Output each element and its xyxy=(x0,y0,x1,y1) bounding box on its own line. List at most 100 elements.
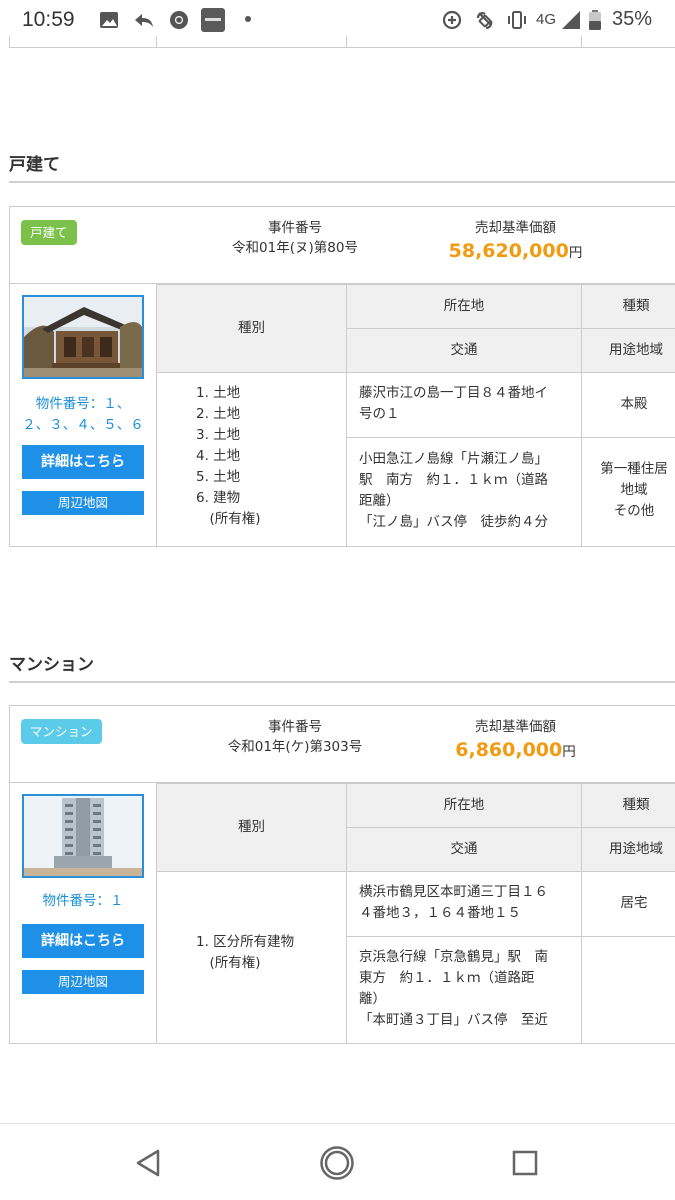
location-line: ４番地３，１６４番地１５ xyxy=(359,905,521,921)
location-line: 号の１ xyxy=(359,406,400,422)
zoning-cell: 第一種住居 地域 その他 xyxy=(581,437,675,547)
reply-icon xyxy=(135,14,153,27)
transport-line: 「本町通３丁目」バス停 至近 xyxy=(359,1012,548,1028)
location-line: 横浜市鶴見区本町通三丁目１６ xyxy=(359,884,548,900)
chrome-icon xyxy=(170,11,188,29)
property-table: 物件番号：１、 ２、３、４、５、６ 詳細はこちら 周辺地図 種別 所在地 種類 … xyxy=(10,284,675,547)
kind-item: 4. 土地 xyxy=(196,448,241,464)
price-block: 売却基準価額 6,860,000円 xyxy=(428,717,603,762)
type-cell: 居宅 xyxy=(581,871,675,936)
kind-cell: 1. 土地 2. 土地 3. 土地 4. 土地 5. 土地 6. 建物 (所有権… xyxy=(156,372,346,547)
image-icon xyxy=(100,12,118,28)
card-header: 戸建て 事件番号 令和01年(ヌ)第80号 売却基準価額 58,620,000円 xyxy=(10,207,675,284)
section-title-condo: マンション xyxy=(9,655,94,675)
item-number: 物件番号：１ xyxy=(42,893,124,909)
recent-apps-icon[interactable] xyxy=(511,1149,539,1177)
building-photo-icon xyxy=(24,796,142,876)
transport-cell: 京浜急行線「京急鶴見」駅 南 東方 約１．１ｋｍ（道路距 離） 「本町通３丁目」… xyxy=(346,936,581,1044)
case-number-label: 事件番号 xyxy=(268,220,322,236)
property-table: 物件番号：１ 詳細はこちら 周辺地図 種別 所在地 種類 交通 用途地域 1. … xyxy=(10,783,675,1044)
header-type: 種類 xyxy=(581,783,675,827)
kind-item: 1. 土地 xyxy=(196,385,241,401)
category-badge: 戸建て xyxy=(21,220,77,245)
kind-item: 6. 建物 xyxy=(196,490,241,506)
section-title-house: 戸建て xyxy=(9,155,60,175)
price-unit: 円 xyxy=(568,245,583,261)
property-card-house: 戸建て 事件番号 令和01年(ヌ)第80号 売却基準価額 58,620,000円 xyxy=(9,206,675,547)
property-photo[interactable] xyxy=(22,794,144,878)
transport-line: 離） xyxy=(359,991,386,1007)
price-unit: 円 xyxy=(562,744,576,760)
type-value: 居宅 xyxy=(620,895,648,911)
transport-line: 京浜急行線「京急鶴見」駅 南 xyxy=(359,949,548,965)
navigation-bar xyxy=(0,1123,675,1200)
price-block: 売却基準価額 58,620,000円 xyxy=(428,218,603,263)
zoning-line: その他 xyxy=(613,503,655,519)
home-icon[interactable] xyxy=(319,1145,355,1181)
zoning-line: 地域 xyxy=(620,482,648,498)
header-transport: 交通 xyxy=(346,328,581,372)
price-value: 6,860,000 xyxy=(455,739,563,761)
type-cell: 本殿 xyxy=(581,372,675,437)
zoning-line: 第一種住居 xyxy=(600,461,668,477)
nearby-map-button[interactable]: 周辺地図 xyxy=(22,491,144,515)
location-cell: 横浜市鶴見区本町通三丁目１６ ４番地３，１６４番地１５ xyxy=(346,871,581,936)
header-zoning: 用途地域 xyxy=(581,328,675,372)
kind-item: (所有権) xyxy=(196,511,261,527)
app-icon xyxy=(201,8,225,32)
kind-cell: 1. 区分所有建物 (所有権) xyxy=(156,871,346,1044)
back-icon[interactable] xyxy=(134,1148,162,1178)
transport-line: 距離） xyxy=(359,493,400,509)
kind-item: 3. 土地 xyxy=(196,427,241,443)
vibrate-icon xyxy=(508,11,526,29)
price-value: 58,620,000 xyxy=(448,240,569,262)
transport-cell: 小田急江ノ島線「片瀬江ノ島」 駅 南方 約１．１ｋｍ（道路 距離） 「江ノ島」バ… xyxy=(346,437,581,547)
header-location: 所在地 xyxy=(346,284,581,328)
zoning-cell xyxy=(581,936,675,1044)
case-number-block: 事件番号 令和01年(ヌ)第80号 xyxy=(200,218,390,258)
case-number-block: 事件番号 令和01年(ケ)第303号 xyxy=(200,717,390,757)
previous-table-edge xyxy=(9,36,675,48)
price-line: 6,860,000円 xyxy=(428,740,603,762)
battery-percent: 35% xyxy=(612,8,653,30)
data-saver-icon xyxy=(442,10,462,30)
detail-button[interactable]: 詳細はこちら xyxy=(22,445,144,479)
price-label: 売却基準価額 xyxy=(475,719,556,735)
header-transport: 交通 xyxy=(346,827,581,871)
header-type: 種類 xyxy=(581,284,675,328)
section-divider xyxy=(9,681,675,683)
location-line: 藤沢市江の島一丁目８４番地イ xyxy=(359,385,548,401)
location-cell: 藤沢市江の島一丁目８４番地イ 号の１ xyxy=(346,372,581,437)
network-type: 4G xyxy=(536,11,557,28)
nfc-icon xyxy=(476,12,493,30)
item-number: 物件番号：１、 ２、３、４、５、６ xyxy=(22,396,144,433)
nearby-map-button[interactable]: 周辺地図 xyxy=(22,970,144,994)
property-photo[interactable] xyxy=(22,295,144,379)
category-badge: マンション xyxy=(21,719,102,744)
kind-list: 1. 土地 2. 土地 3. 土地 4. 土地 5. 土地 6. 建物 (所有権… xyxy=(196,383,261,530)
transport-line: 「江ノ島」バス停 徒歩約４分 xyxy=(359,514,548,530)
transport-line: 小田急江ノ島線「片瀬江ノ島」 xyxy=(359,451,548,467)
status-time: 10:59 xyxy=(22,8,75,31)
case-number-value: 令和01年(ケ)第303号 xyxy=(227,739,363,755)
transport-line: 東方 約１．１ｋｍ（道路距 xyxy=(359,970,535,986)
price-label: 売却基準価額 xyxy=(475,220,556,236)
property-card-condo: マンション 事件番号 令和01年(ケ)第303号 売却基準価額 6,860,00… xyxy=(9,705,675,1044)
kind-item: 1. 区分所有建物 xyxy=(196,934,295,950)
battery-icon xyxy=(589,10,601,30)
kind-list: 1. 区分所有建物 (所有権) xyxy=(196,932,294,974)
header-zoning: 用途地域 xyxy=(581,827,675,871)
signal-icon xyxy=(562,11,580,29)
detail-button[interactable]: 詳細はこちら xyxy=(22,924,144,958)
section-divider xyxy=(9,181,675,183)
kind-item: 5. 土地 xyxy=(196,469,241,485)
type-value: 本殿 xyxy=(620,396,648,412)
header-kind: 種別 xyxy=(156,783,346,871)
card-header: マンション 事件番号 令和01年(ケ)第303号 売却基準価額 6,860,00… xyxy=(10,706,675,783)
header-kind: 種別 xyxy=(156,284,346,372)
transport-line: 駅 南方 約１．１ｋｍ（道路 xyxy=(359,472,548,488)
house-photo-icon xyxy=(24,297,142,377)
kind-item: (所有権) xyxy=(196,955,261,971)
case-number-label: 事件番号 xyxy=(268,719,322,735)
header-location: 所在地 xyxy=(346,783,581,827)
